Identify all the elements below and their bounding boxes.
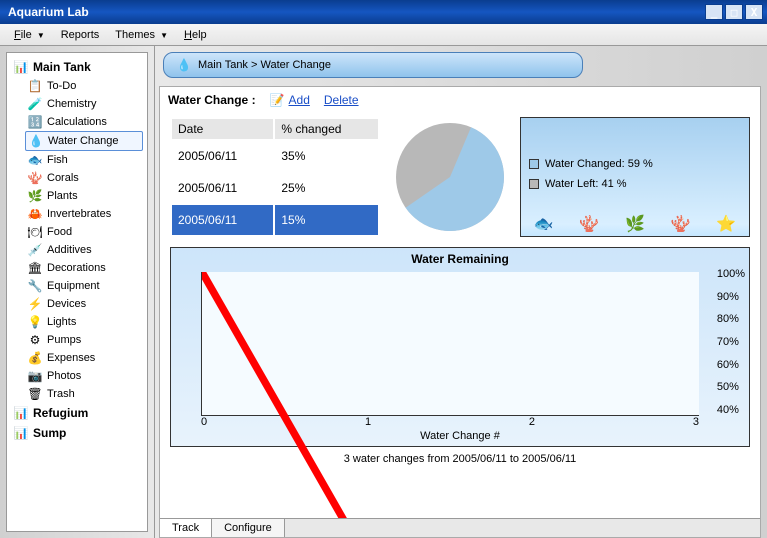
tree-item-chemistry[interactable]: 🧪Chemistry bbox=[25, 95, 143, 113]
tree-item-photos[interactable]: 📷Photos bbox=[25, 367, 143, 385]
menu-help[interactable]: Help bbox=[178, 27, 213, 43]
tree-item-equipment[interactable]: 🔧Equipment bbox=[25, 277, 143, 295]
chevron-down-icon: ▼ bbox=[37, 31, 45, 40]
tree-item-icon: 🗑 bbox=[27, 386, 43, 402]
tree-item-icon: 🔢 bbox=[27, 114, 43, 130]
maximize-button[interactable]: □ bbox=[725, 4, 743, 20]
tab-configure[interactable]: Configure bbox=[212, 519, 285, 537]
add-link[interactable]: Add bbox=[289, 93, 310, 107]
tree-item-lights[interactable]: 💡Lights bbox=[25, 313, 143, 331]
chart-icon: 📊 bbox=[13, 59, 29, 75]
tree-item-icon: 📋 bbox=[27, 78, 43, 94]
pie-chart bbox=[390, 117, 510, 237]
tree-item-plants[interactable]: 🌿Plants bbox=[25, 187, 143, 205]
close-button[interactable]: X bbox=[745, 4, 763, 20]
water-icon: 💧 bbox=[176, 57, 192, 73]
chart-area bbox=[201, 272, 699, 416]
water-change-table: Date % changed 2005/06/1135%2005/06/1125… bbox=[170, 117, 380, 237]
tree-item-expenses[interactable]: 💰Expenses bbox=[25, 349, 143, 367]
tree-item-icon: 🍽 bbox=[27, 224, 43, 240]
tree-root-refugium[interactable]: 📊 Refugium bbox=[11, 403, 143, 423]
sidebar: 📊 Main Tank 📋To-Do🧪Chemistry🔢Calculation… bbox=[0, 46, 155, 538]
content-header: Water Change : 📝 Add Delete bbox=[160, 87, 760, 113]
tree-panel: 📊 Main Tank 📋To-Do🧪Chemistry🔢Calculation… bbox=[6, 52, 148, 532]
tree-item-calculations[interactable]: 🔢Calculations bbox=[25, 113, 143, 131]
tree-item-icon: 💰 bbox=[27, 350, 43, 366]
table-row[interactable]: 2005/06/1115% bbox=[172, 205, 378, 235]
tree-item-icon: 🪸 bbox=[27, 170, 43, 186]
x-axis-labels: 0123 bbox=[201, 416, 699, 428]
main-area: 💧 Main Tank > Water Change Water Change … bbox=[155, 46, 767, 538]
tab-track[interactable]: Track bbox=[160, 519, 212, 537]
tree-item-pumps[interactable]: ⚙Pumps bbox=[25, 331, 143, 349]
tree-item-icon: 🌿 bbox=[27, 188, 43, 204]
chart-title: Water Remaining bbox=[171, 248, 749, 270]
menu-reports[interactable]: Reports bbox=[55, 27, 106, 43]
tree-item-icon: 🧪 bbox=[27, 96, 43, 112]
tree-item-icon: 💧 bbox=[28, 133, 44, 149]
tree-item-icon: 📷 bbox=[27, 368, 43, 384]
legend-box: Water Changed: 59 % Water Left: 41 % 🐟🪸🌿… bbox=[520, 117, 750, 237]
tree-item-icon: ⚡ bbox=[27, 296, 43, 312]
col-changed: % changed bbox=[275, 119, 378, 139]
legend-swatch-changed bbox=[529, 159, 539, 169]
tree-item-devices[interactable]: ⚡Devices bbox=[25, 295, 143, 313]
table-row[interactable]: 2005/06/1135% bbox=[172, 141, 378, 171]
tree-item-decorations[interactable]: 🏛Decorations bbox=[25, 259, 143, 277]
chevron-down-icon: ▼ bbox=[160, 31, 168, 40]
tree-item-food[interactable]: 🍽Food bbox=[25, 223, 143, 241]
section-title: Water Change : bbox=[168, 93, 256, 107]
delete-link[interactable]: Delete bbox=[324, 93, 359, 107]
tree-item-to-do[interactable]: 📋To-Do bbox=[25, 77, 143, 95]
legend-swatch-left bbox=[529, 179, 539, 189]
breadcrumb-text: Main Tank > Water Change bbox=[198, 59, 331, 71]
menu-bar: File ▼ Reports Themes ▼ Help bbox=[0, 24, 767, 46]
menu-file[interactable]: File ▼ bbox=[8, 27, 51, 43]
tree-item-icon: ⚙ bbox=[27, 332, 43, 348]
chart-icon: 📊 bbox=[13, 405, 29, 421]
tree-root-sump[interactable]: 📊 Sump bbox=[11, 423, 143, 443]
tree-item-trash[interactable]: 🗑Trash bbox=[25, 385, 143, 403]
minimize-button[interactable]: _ bbox=[705, 4, 723, 20]
content-panel: Water Change : 📝 Add Delete Date % chang… bbox=[159, 86, 761, 538]
legend-left: Water Left: 41 % bbox=[521, 174, 749, 194]
x-axis-title: Water Change # bbox=[171, 430, 749, 442]
tree-root-main-tank[interactable]: 📊 Main Tank bbox=[11, 57, 143, 77]
tree-item-additives[interactable]: 💉Additives bbox=[25, 241, 143, 259]
legend-changed: Water Changed: 59 % bbox=[521, 154, 749, 174]
col-date: Date bbox=[172, 119, 273, 139]
title-bar: Aquarium Lab _ □ X bbox=[0, 0, 767, 24]
tree-item-icon: 🔧 bbox=[27, 278, 43, 294]
menu-themes[interactable]: Themes ▼ bbox=[109, 27, 174, 43]
tree-item-water-change[interactable]: 💧Water Change bbox=[25, 131, 143, 151]
window-title: Aquarium Lab bbox=[4, 5, 705, 19]
tree-item-invertebrates[interactable]: 🦀Invertebrates bbox=[25, 205, 143, 223]
tree-item-icon: 💡 bbox=[27, 314, 43, 330]
tree-item-icon: 💉 bbox=[27, 242, 43, 258]
tree-item-fish[interactable]: 🐟Fish bbox=[25, 151, 143, 169]
line-chart-panel: Water Remaining 100%90%80%70%60%50%40% 0… bbox=[170, 247, 750, 447]
tree-item-icon: 🐟 bbox=[27, 152, 43, 168]
tree-item-icon: 🏛 bbox=[27, 260, 43, 276]
tree-item-icon: 🦀 bbox=[27, 206, 43, 222]
tree-item-corals[interactable]: 🪸Corals bbox=[25, 169, 143, 187]
chart-icon: 📊 bbox=[13, 425, 29, 441]
breadcrumb: 💧 Main Tank > Water Change bbox=[163, 52, 583, 78]
table-row[interactable]: 2005/06/1125% bbox=[172, 173, 378, 203]
aquarium-decoration: 🐟🪸🌿🪸⭐ bbox=[521, 214, 749, 234]
add-icon: 📝 bbox=[270, 93, 285, 107]
y-axis-labels: 100%90%80%70%60%50%40% bbox=[717, 268, 745, 416]
bottom-tabs: Track Configure bbox=[160, 518, 760, 537]
